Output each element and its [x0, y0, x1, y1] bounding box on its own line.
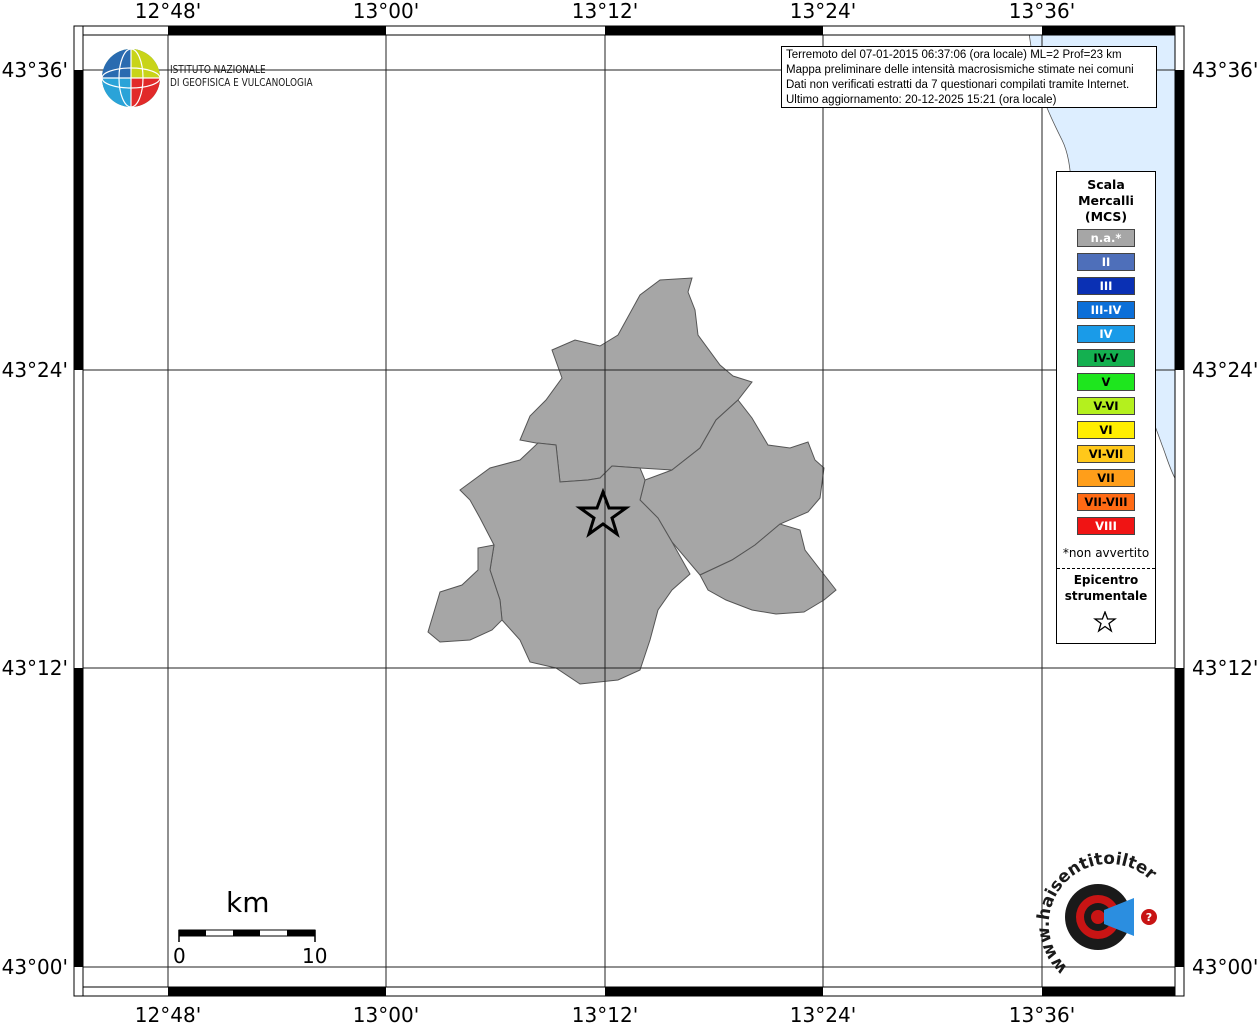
legend-swatch: VII-VIII [1077, 493, 1135, 511]
legend-swatch: IV [1077, 325, 1135, 343]
epicenter-legend-line1: Epicentro [1073, 573, 1139, 587]
haisentito-logo-lettering: www.haisentitoilterremoto.it [1030, 846, 1161, 976]
epicenter-legend-star-icon [1093, 611, 1117, 633]
svg-text:www.haisentitoilterremoto.it: www.haisentitoilterremoto.it [1030, 846, 1161, 976]
ingv-globe-logo-icon [101, 48, 161, 108]
lon-label-bottom: 13°00' [353, 1003, 419, 1024]
lat-label-right: 43°00' [1192, 955, 1258, 979]
lon-label-bottom: 13°24' [790, 1003, 856, 1024]
lat-label-left: 43°36' [2, 58, 68, 82]
legend-title-line2: Mercalli [1078, 193, 1134, 208]
lon-label-bottom: 12°48' [135, 1003, 201, 1024]
scalebar-min-label: 0 [173, 944, 186, 968]
legend-divider [1057, 568, 1155, 569]
latitude-labels-left: 43°36' 43°24' 43°12' 43°00' [2, 58, 68, 979]
legend-swatch: VI [1077, 421, 1135, 439]
info-line-event: Terremoto del 07-01-2015 06:37:06 (ora l… [786, 49, 1122, 61]
ingv-logo-text: ISTITUTO NAZIONALE DI GEOFISICA E VULCAN… [170, 64, 313, 90]
ingv-logo-line2: DI GEOFISICA E VULCANOLOGIA [170, 77, 313, 89]
earthquake-info-box: Terremoto del 07-01-2015 06:37:06 (ora l… [781, 46, 1157, 108]
mcs-legend: Scala Mercalli (MCS) n.a.* II III III-IV IV I… [1056, 171, 1156, 644]
scalebar-unit: km [226, 886, 270, 919]
lat-label-left: 43°24' [2, 358, 68, 382]
legend-swatch: n.a.* [1077, 229, 1135, 247]
legend-swatch: II [1077, 253, 1135, 271]
legend-note: *non avvertito [1062, 546, 1150, 560]
longitude-labels-top: 12°48' 13°00' 13°12' 13°24' 13°36' [135, 0, 1075, 23]
legend-swatch: V [1077, 373, 1135, 391]
lon-label-bottom: 13°36' [1009, 1003, 1075, 1024]
lat-label-left: 43°12' [2, 656, 68, 680]
lon-label-top: 12°48' [135, 0, 201, 23]
lat-label-right: 43°12' [1192, 656, 1258, 680]
scalebar-max-label: 10 [302, 944, 328, 968]
legend-title-line3: (MCS) [1084, 209, 1128, 224]
legend-title: Scala Mercalli (MCS) [1057, 177, 1155, 225]
epicenter-legend-line2: strumentale [1064, 589, 1148, 603]
lon-label-top: 13°36' [1009, 0, 1075, 23]
latitude-labels-right: 43°36' 43°24' 43°12' 43°00' [1192, 58, 1258, 979]
info-line-description: Mappa preliminare delle intensità macros… [786, 64, 1134, 76]
legend-swatch: VII [1077, 469, 1135, 487]
lon-label-bottom: 13°12' [572, 1003, 638, 1024]
info-line-source: Dati non verificati estratti da 7 questi… [786, 79, 1130, 91]
lon-label-top: 13°00' [353, 0, 419, 23]
site-logo-url: www.haisentitoilterremoto.it [1030, 846, 1161, 976]
scale-bar [178, 929, 316, 942]
legend-swatch: III [1077, 277, 1135, 295]
lat-label-right: 43°36' [1192, 58, 1258, 82]
legend-title-line1: Scala [1087, 177, 1125, 192]
lon-label-top: 13°12' [572, 0, 638, 23]
municipalities [427, 277, 837, 685]
legend-swatch: VIII [1077, 517, 1135, 535]
longitude-labels-bottom: 12°48' 13°00' 13°12' 13°24' 13°36' [135, 1003, 1075, 1024]
lon-label-top: 13°24' [790, 0, 856, 23]
legend-swatch: III-IV [1077, 301, 1135, 319]
ingv-logo-line1: ISTITUTO NAZIONALE [170, 64, 266, 76]
legend-swatch: VI-VII [1077, 445, 1135, 463]
info-line-updated: Ultimo aggiornamento: 20-12-2025 15:21 (… [786, 94, 1057, 106]
lat-label-left: 43°00' [2, 955, 68, 979]
legend-swatch: IV-V [1077, 349, 1135, 367]
lat-label-right: 43°24' [1192, 358, 1258, 382]
municipality-west [427, 544, 503, 643]
epicenter-legend-title: Epicentro strumentale [1057, 572, 1155, 604]
legend-swatch: V-VI [1077, 397, 1135, 415]
